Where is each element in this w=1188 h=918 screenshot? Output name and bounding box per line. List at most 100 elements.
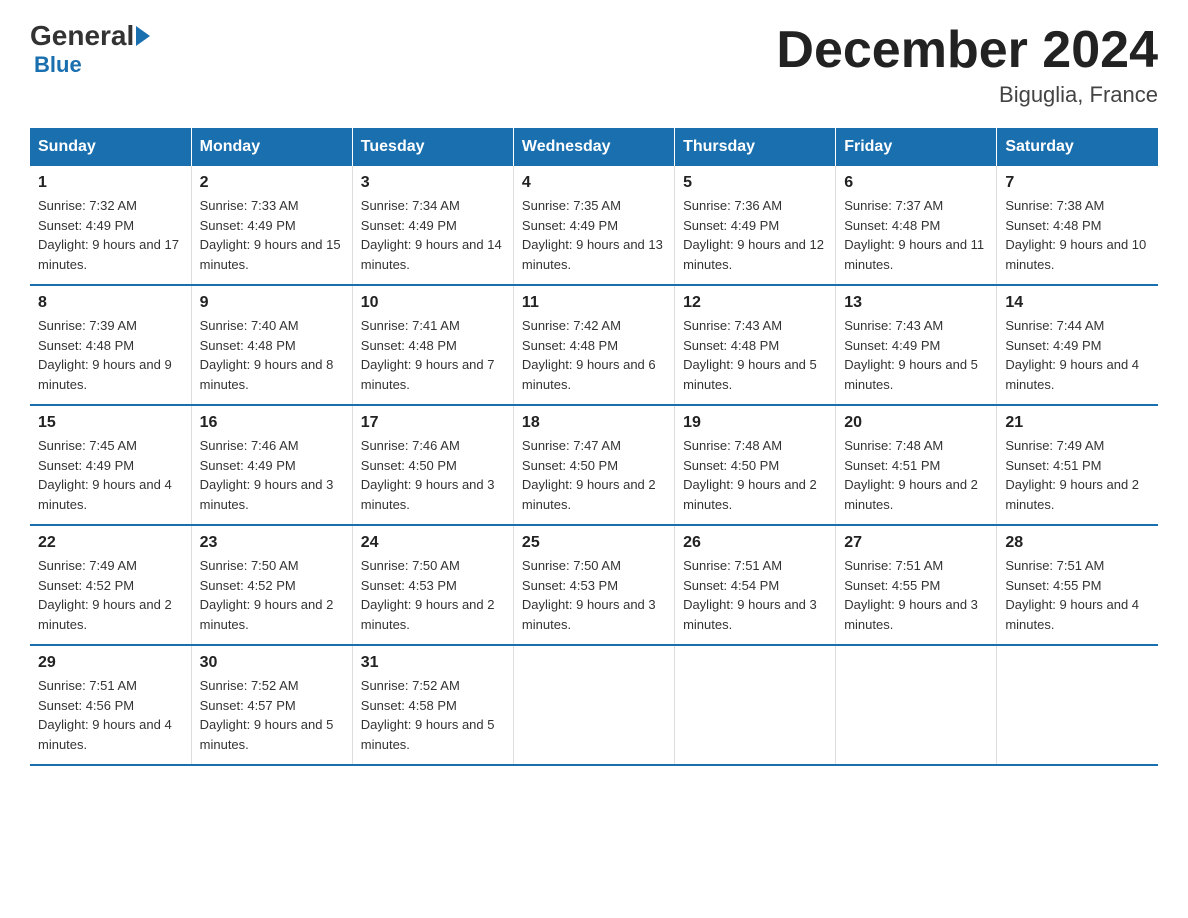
logo-blue-text: Blue bbox=[34, 52, 82, 78]
day-cell: 11 Sunrise: 7:42 AMSunset: 4:48 PMDaylig… bbox=[513, 285, 674, 405]
day-detail: Sunrise: 7:52 AMSunset: 4:58 PMDaylight:… bbox=[361, 678, 495, 752]
day-cell: 7 Sunrise: 7:38 AMSunset: 4:48 PMDayligh… bbox=[997, 166, 1158, 285]
day-number: 16 bbox=[200, 414, 344, 432]
day-number: 30 bbox=[200, 654, 344, 672]
day-number: 19 bbox=[683, 414, 827, 432]
day-cell: 19 Sunrise: 7:48 AMSunset: 4:50 PMDaylig… bbox=[675, 405, 836, 525]
day-cell: 12 Sunrise: 7:43 AMSunset: 4:48 PMDaylig… bbox=[675, 285, 836, 405]
day-cell: 1 Sunrise: 7:32 AMSunset: 4:49 PMDayligh… bbox=[30, 166, 191, 285]
day-detail: Sunrise: 7:48 AMSunset: 4:50 PMDaylight:… bbox=[683, 438, 817, 512]
day-cell: 2 Sunrise: 7:33 AMSunset: 4:49 PMDayligh… bbox=[191, 166, 352, 285]
month-title: December 2024 bbox=[776, 20, 1158, 80]
day-cell: 13 Sunrise: 7:43 AMSunset: 4:49 PMDaylig… bbox=[836, 285, 997, 405]
col-header-tuesday: Tuesday bbox=[352, 128, 513, 166]
day-cell: 21 Sunrise: 7:49 AMSunset: 4:51 PMDaylig… bbox=[997, 405, 1158, 525]
calendar-body: 1 Sunrise: 7:32 AMSunset: 4:49 PMDayligh… bbox=[30, 166, 1158, 765]
day-number: 27 bbox=[844, 534, 988, 552]
col-header-saturday: Saturday bbox=[997, 128, 1158, 166]
page-header: General Blue December 2024 Biguglia, Fra… bbox=[30, 20, 1158, 108]
day-detail: Sunrise: 7:51 AMSunset: 4:55 PMDaylight:… bbox=[1005, 558, 1139, 632]
day-detail: Sunrise: 7:45 AMSunset: 4:49 PMDaylight:… bbox=[38, 438, 172, 512]
day-detail: Sunrise: 7:46 AMSunset: 4:50 PMDaylight:… bbox=[361, 438, 495, 512]
day-cell: 3 Sunrise: 7:34 AMSunset: 4:49 PMDayligh… bbox=[352, 166, 513, 285]
day-number: 13 bbox=[844, 294, 988, 312]
logo-arrow-icon bbox=[136, 26, 150, 46]
col-header-friday: Friday bbox=[836, 128, 997, 166]
day-number: 7 bbox=[1005, 174, 1150, 192]
day-number: 18 bbox=[522, 414, 666, 432]
day-detail: Sunrise: 7:46 AMSunset: 4:49 PMDaylight:… bbox=[200, 438, 334, 512]
day-detail: Sunrise: 7:39 AMSunset: 4:48 PMDaylight:… bbox=[38, 318, 172, 392]
day-detail: Sunrise: 7:49 AMSunset: 4:52 PMDaylight:… bbox=[38, 558, 172, 632]
col-header-monday: Monday bbox=[191, 128, 352, 166]
day-cell: 28 Sunrise: 7:51 AMSunset: 4:55 PMDaylig… bbox=[997, 525, 1158, 645]
day-detail: Sunrise: 7:51 AMSunset: 4:56 PMDaylight:… bbox=[38, 678, 172, 752]
day-detail: Sunrise: 7:41 AMSunset: 4:48 PMDaylight:… bbox=[361, 318, 495, 392]
day-detail: Sunrise: 7:50 AMSunset: 4:53 PMDaylight:… bbox=[361, 558, 495, 632]
week-row-4: 22 Sunrise: 7:49 AMSunset: 4:52 PMDaylig… bbox=[30, 525, 1158, 645]
week-row-1: 1 Sunrise: 7:32 AMSunset: 4:49 PMDayligh… bbox=[30, 166, 1158, 285]
day-cell: 20 Sunrise: 7:48 AMSunset: 4:51 PMDaylig… bbox=[836, 405, 997, 525]
day-cell: 6 Sunrise: 7:37 AMSunset: 4:48 PMDayligh… bbox=[836, 166, 997, 285]
day-cell: 25 Sunrise: 7:50 AMSunset: 4:53 PMDaylig… bbox=[513, 525, 674, 645]
day-detail: Sunrise: 7:47 AMSunset: 4:50 PMDaylight:… bbox=[522, 438, 656, 512]
day-cell: 18 Sunrise: 7:47 AMSunset: 4:50 PMDaylig… bbox=[513, 405, 674, 525]
day-cell: 29 Sunrise: 7:51 AMSunset: 4:56 PMDaylig… bbox=[30, 645, 191, 765]
col-header-thursday: Thursday bbox=[675, 128, 836, 166]
day-number: 28 bbox=[1005, 534, 1150, 552]
col-header-sunday: Sunday bbox=[30, 128, 191, 166]
day-number: 5 bbox=[683, 174, 827, 192]
day-number: 15 bbox=[38, 414, 183, 432]
day-number: 10 bbox=[361, 294, 505, 312]
day-number: 11 bbox=[522, 294, 666, 312]
day-number: 8 bbox=[38, 294, 183, 312]
day-number: 2 bbox=[200, 174, 344, 192]
day-cell bbox=[675, 645, 836, 765]
day-cell bbox=[836, 645, 997, 765]
week-row-2: 8 Sunrise: 7:39 AMSunset: 4:48 PMDayligh… bbox=[30, 285, 1158, 405]
day-cell: 16 Sunrise: 7:46 AMSunset: 4:49 PMDaylig… bbox=[191, 405, 352, 525]
title-block: December 2024 Biguglia, France bbox=[776, 20, 1158, 108]
day-detail: Sunrise: 7:32 AMSunset: 4:49 PMDaylight:… bbox=[38, 198, 179, 272]
day-number: 23 bbox=[200, 534, 344, 552]
week-row-5: 29 Sunrise: 7:51 AMSunset: 4:56 PMDaylig… bbox=[30, 645, 1158, 765]
day-cell: 5 Sunrise: 7:36 AMSunset: 4:49 PMDayligh… bbox=[675, 166, 836, 285]
calendar-table: SundayMondayTuesdayWednesdayThursdayFrid… bbox=[30, 128, 1158, 766]
day-detail: Sunrise: 7:50 AMSunset: 4:52 PMDaylight:… bbox=[200, 558, 334, 632]
col-header-wednesday: Wednesday bbox=[513, 128, 674, 166]
week-row-3: 15 Sunrise: 7:45 AMSunset: 4:49 PMDaylig… bbox=[30, 405, 1158, 525]
day-cell: 24 Sunrise: 7:50 AMSunset: 4:53 PMDaylig… bbox=[352, 525, 513, 645]
day-detail: Sunrise: 7:50 AMSunset: 4:53 PMDaylight:… bbox=[522, 558, 656, 632]
day-detail: Sunrise: 7:48 AMSunset: 4:51 PMDaylight:… bbox=[844, 438, 978, 512]
day-cell: 31 Sunrise: 7:52 AMSunset: 4:58 PMDaylig… bbox=[352, 645, 513, 765]
header-row: SundayMondayTuesdayWednesdayThursdayFrid… bbox=[30, 128, 1158, 166]
day-detail: Sunrise: 7:35 AMSunset: 4:49 PMDaylight:… bbox=[522, 198, 663, 272]
day-detail: Sunrise: 7:40 AMSunset: 4:48 PMDaylight:… bbox=[200, 318, 334, 392]
day-cell: 22 Sunrise: 7:49 AMSunset: 4:52 PMDaylig… bbox=[30, 525, 191, 645]
day-detail: Sunrise: 7:49 AMSunset: 4:51 PMDaylight:… bbox=[1005, 438, 1139, 512]
day-cell: 23 Sunrise: 7:50 AMSunset: 4:52 PMDaylig… bbox=[191, 525, 352, 645]
day-cell: 17 Sunrise: 7:46 AMSunset: 4:50 PMDaylig… bbox=[352, 405, 513, 525]
day-number: 20 bbox=[844, 414, 988, 432]
logo: General Blue bbox=[30, 20, 152, 78]
day-cell: 10 Sunrise: 7:41 AMSunset: 4:48 PMDaylig… bbox=[352, 285, 513, 405]
logo-general-text: General bbox=[30, 20, 134, 52]
day-cell: 15 Sunrise: 7:45 AMSunset: 4:49 PMDaylig… bbox=[30, 405, 191, 525]
day-number: 21 bbox=[1005, 414, 1150, 432]
day-detail: Sunrise: 7:42 AMSunset: 4:48 PMDaylight:… bbox=[522, 318, 656, 392]
day-number: 25 bbox=[522, 534, 666, 552]
day-number: 29 bbox=[38, 654, 183, 672]
day-number: 6 bbox=[844, 174, 988, 192]
calendar-header: SundayMondayTuesdayWednesdayThursdayFrid… bbox=[30, 128, 1158, 166]
day-cell: 4 Sunrise: 7:35 AMSunset: 4:49 PMDayligh… bbox=[513, 166, 674, 285]
day-number: 3 bbox=[361, 174, 505, 192]
day-detail: Sunrise: 7:38 AMSunset: 4:48 PMDaylight:… bbox=[1005, 198, 1146, 272]
day-number: 24 bbox=[361, 534, 505, 552]
day-number: 22 bbox=[38, 534, 183, 552]
day-cell: 9 Sunrise: 7:40 AMSunset: 4:48 PMDayligh… bbox=[191, 285, 352, 405]
day-cell: 30 Sunrise: 7:52 AMSunset: 4:57 PMDaylig… bbox=[191, 645, 352, 765]
day-detail: Sunrise: 7:37 AMSunset: 4:48 PMDaylight:… bbox=[844, 198, 984, 272]
day-detail: Sunrise: 7:33 AMSunset: 4:49 PMDaylight:… bbox=[200, 198, 341, 272]
day-detail: Sunrise: 7:51 AMSunset: 4:55 PMDaylight:… bbox=[844, 558, 978, 632]
day-number: 4 bbox=[522, 174, 666, 192]
